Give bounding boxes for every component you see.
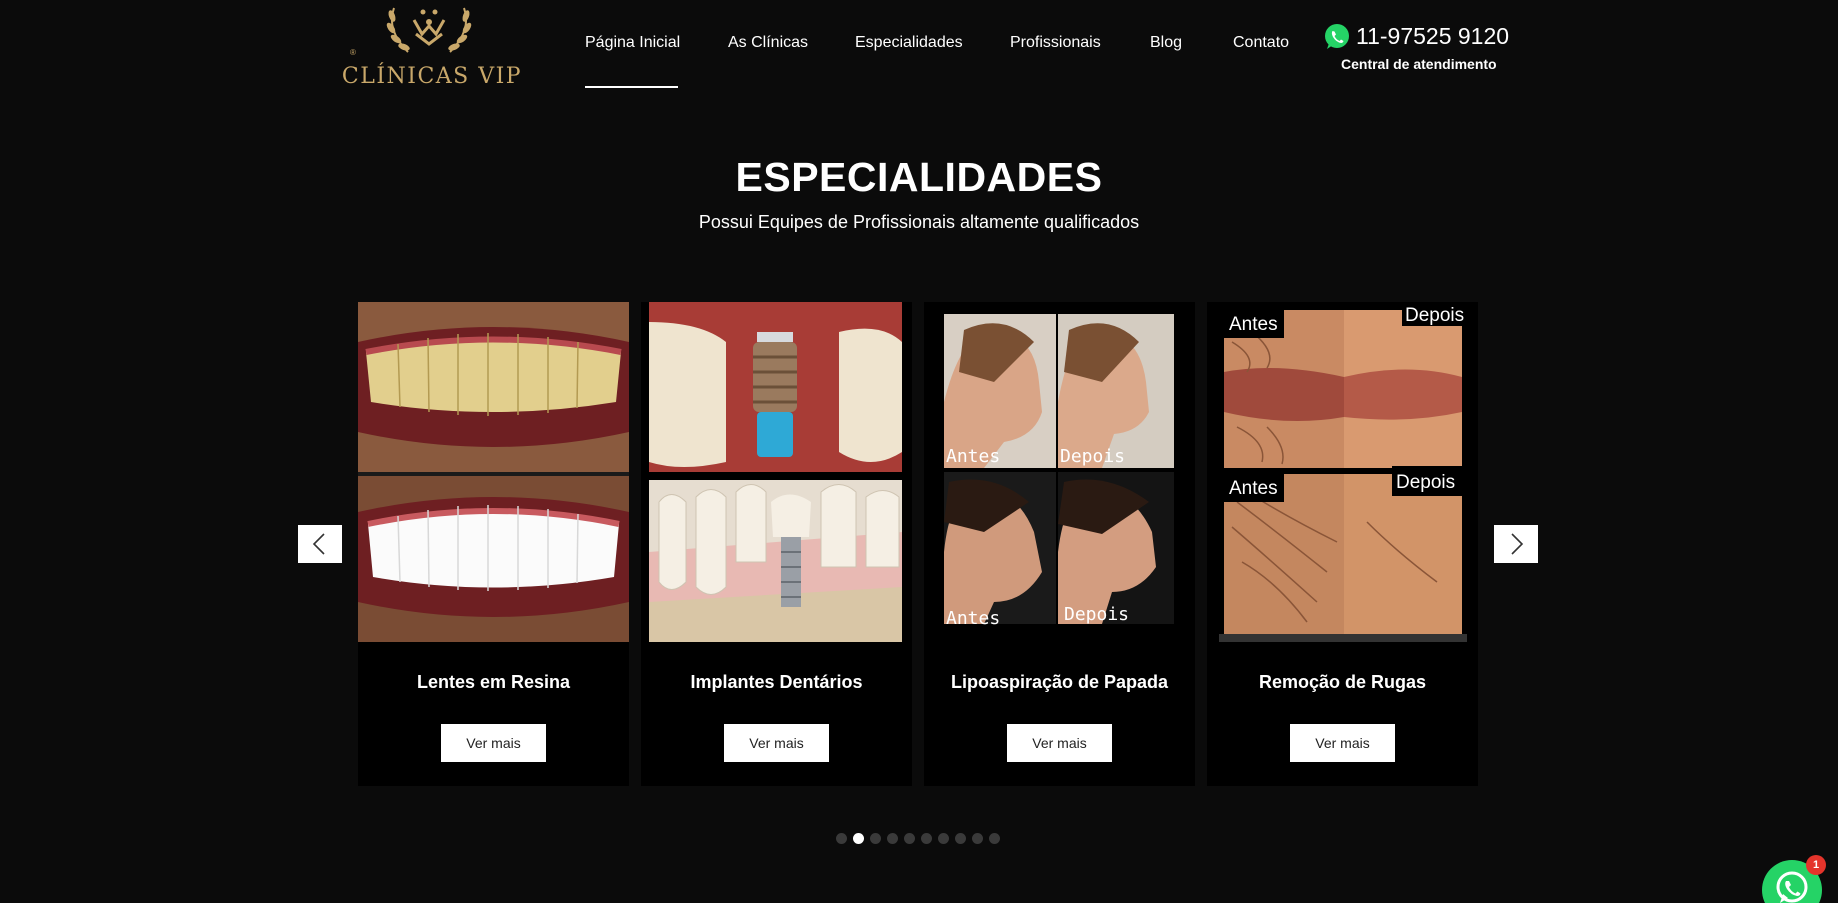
specialty-card-double-chin-lipo: Antes Depois Antes Depois [924,302,1195,786]
after-label: Depois [1396,472,1455,493]
chevron-left-icon [312,533,325,555]
phone-contact[interactable]: 11-97525 9120 Central de atendimento [1322,22,1512,78]
carousel-dot[interactable] [989,833,1000,844]
phone-number: 11-97525 9120 [1356,23,1510,49]
specialty-card-dental-implants [641,302,912,786]
notification-badge: 1 [1806,855,1826,875]
specialty-card-resin-veneers [358,302,629,786]
after-label: Depois [1060,446,1125,467]
nav-specialties[interactable]: Especialidades [855,34,963,90]
carousel-pagination [836,833,1006,844]
carousel-dot[interactable] [921,833,932,844]
carousel-dot[interactable] [904,833,915,844]
ver-mais-button[interactable]: Ver mais [441,724,546,762]
nav-home[interactable]: Página Inicial [585,34,680,90]
card-title: Lipoaspiração de Papada [950,672,1169,692]
carousel-dot[interactable] [853,833,864,844]
logo[interactable]: ® CLÍNICAS VIP [328,0,530,100]
phone-caption: Central de atendimento [1341,56,1497,72]
nav-contact[interactable]: Contato [1233,34,1293,90]
chevron-right-icon [1511,533,1524,555]
before-label: Antes [946,446,1000,467]
carousel-dot[interactable] [887,833,898,844]
carousel-prev-button[interactable] [298,525,342,563]
registered-mark: ® [350,48,356,57]
before-label: Antes [946,608,1000,629]
nav-clinics[interactable]: As Clínicas [728,34,808,90]
whatsapp-icon [1776,871,1808,903]
specialty-card-wrinkle-removal: Antes Depois Antes Depois [1207,302,1478,786]
carousel-dot[interactable] [955,833,966,844]
carousel-dot[interactable] [938,833,949,844]
carousel-next-button[interactable] [1494,525,1538,563]
card-title: Implantes Dentários [690,672,863,692]
site-header: ® CLÍNICAS VIP Página Inicial As Clínica… [0,0,1838,110]
before-label: Antes [1229,478,1278,499]
ver-mais-button[interactable]: Ver mais [1290,724,1395,762]
after-label: Depois [1064,604,1129,625]
after-label: Depois [1405,305,1464,326]
ver-mais-button[interactable]: Ver mais [724,724,829,762]
card-title: Remoção de Rugas [1258,672,1427,692]
ver-mais-button[interactable]: Ver mais [1007,724,1112,762]
main-nav: Página Inicial As Clínicas Especialidade… [585,34,1293,90]
double-chin-before-after-image: Antes Depois Antes Depois [924,302,1195,642]
before-label: Antes [1229,314,1278,335]
whatsapp-icon [1325,24,1349,49]
carousel-dot[interactable] [836,833,847,844]
carousel-dot[interactable] [972,833,983,844]
dental-implant-image [641,302,912,642]
card-title: Lentes em Resina [416,672,571,692]
section-title: ESPECIALIDADES [735,154,1103,200]
nav-blog[interactable]: Blog [1150,34,1183,90]
nav-professionals[interactable]: Profissionais [1010,34,1101,90]
laurel-crest-icon [386,7,472,53]
logo-text: CLÍNICAS VIP [341,64,523,89]
wrinkles-before-after-image: Antes Depois Antes Depois [1207,302,1478,642]
section-subtitle: Possui Equipes de Profissionais altament… [698,212,1140,232]
teeth-before-after-image [358,302,629,642]
carousel-dot[interactable] [870,833,881,844]
